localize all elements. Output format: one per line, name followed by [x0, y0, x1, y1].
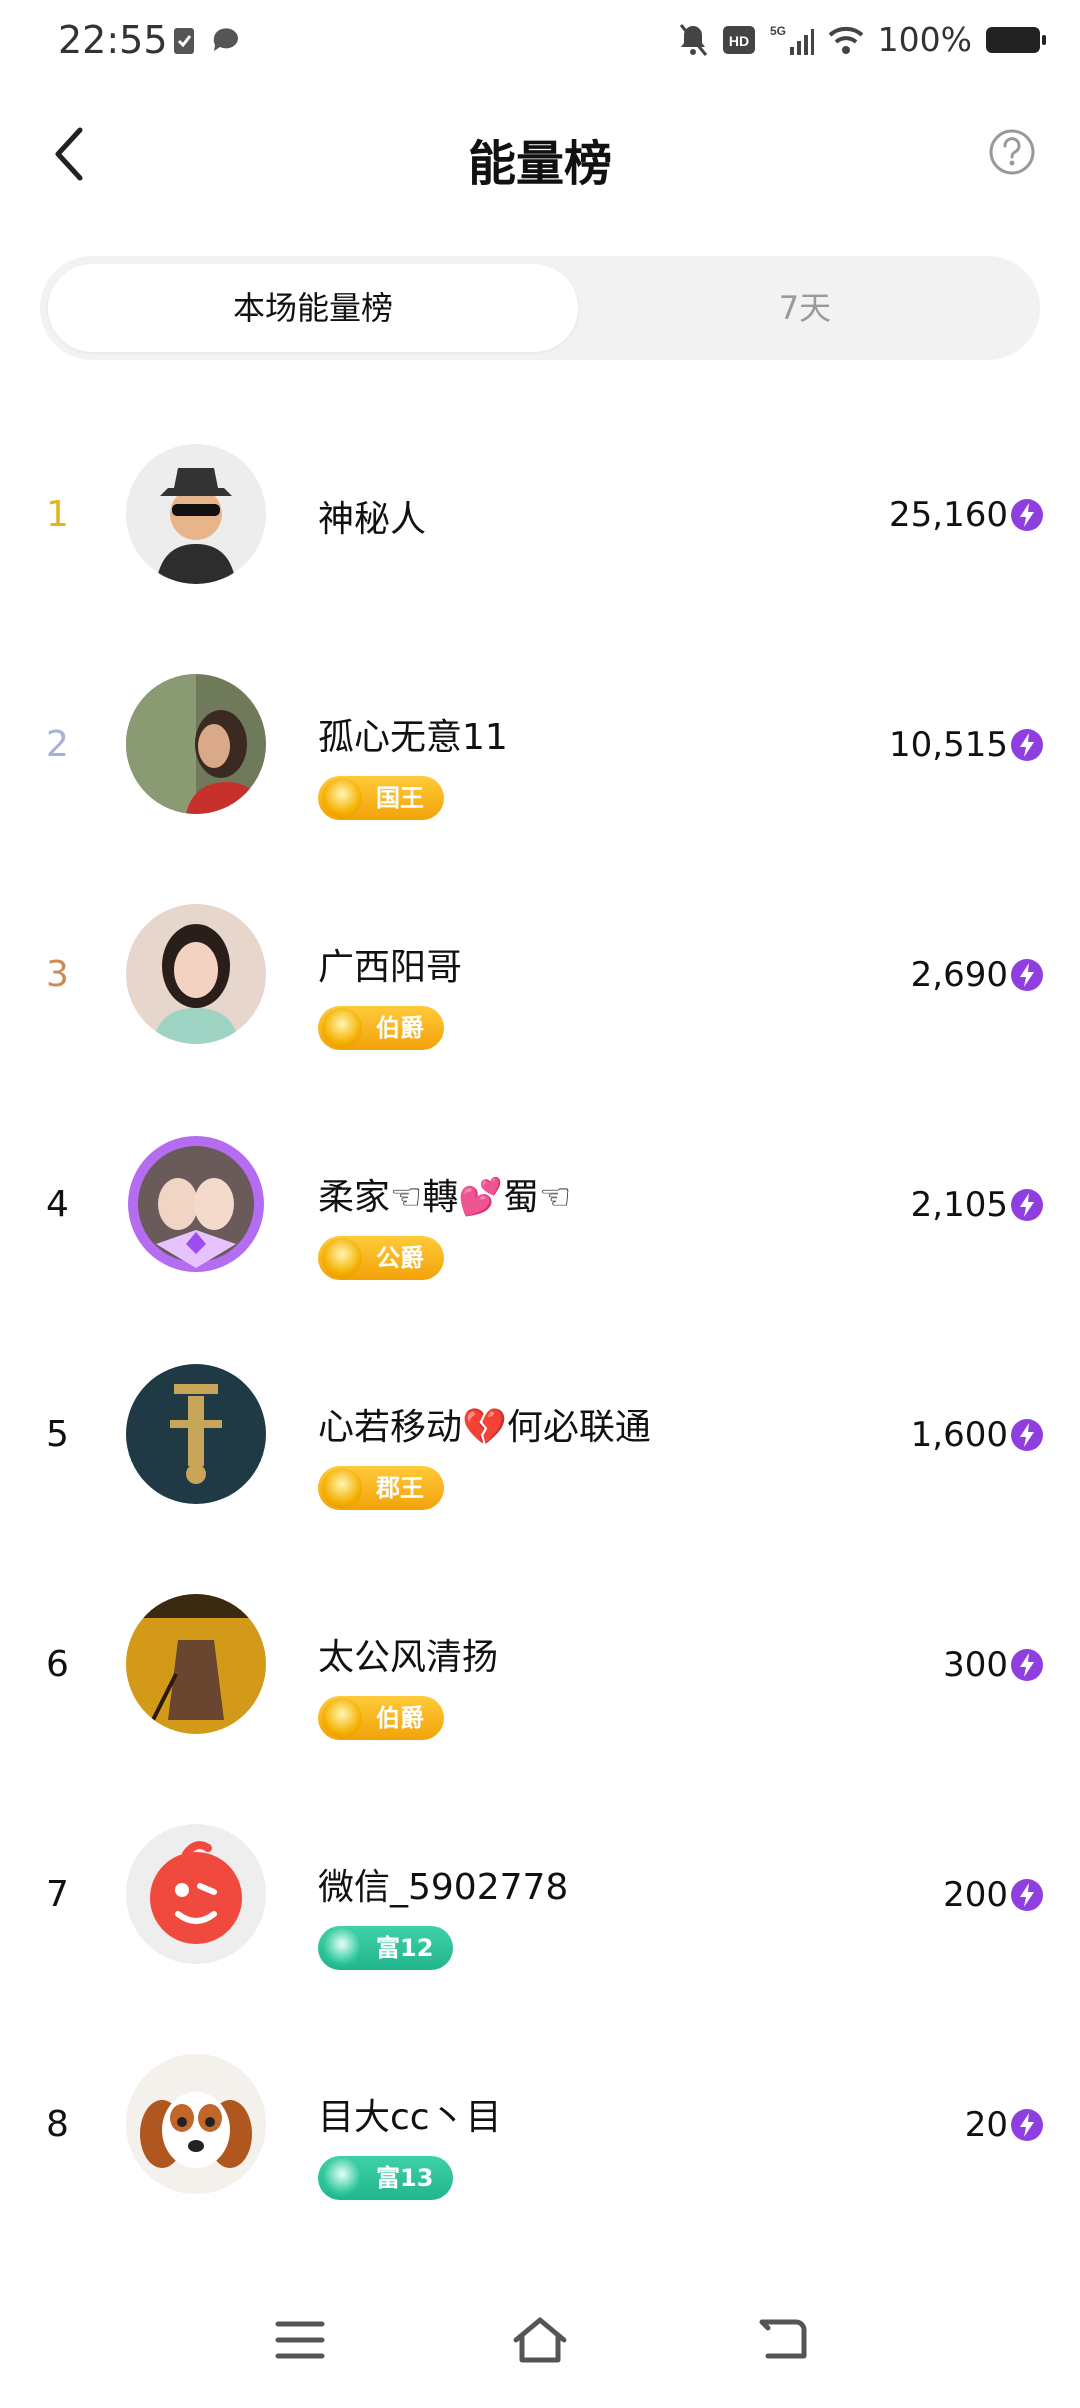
clipboard-icon: [174, 28, 194, 54]
ranking-row[interactable]: 6 太公风清扬 伯爵 300: [0, 1580, 1080, 1810]
user-name: 太公风清扬: [318, 1637, 499, 1678]
svg-text:5G: 5G: [770, 24, 786, 38]
ranking-row[interactable]: 5 心若移动💔何必联通 郡王 1,600: [0, 1350, 1080, 1580]
level-badge: 国王: [318, 776, 444, 820]
energy-lightning-icon: [1011, 1419, 1043, 1451]
help-icon[interactable]: [988, 128, 1036, 176]
avatar[interactable]: [126, 1134, 266, 1274]
energy-lightning-icon: [1011, 499, 1043, 531]
energy-score: 300: [943, 1645, 1008, 1685]
rank-number: 1: [46, 494, 69, 535]
level-badge: 郡王: [318, 1466, 444, 1510]
user-name: 微信_5902778: [318, 1867, 569, 1908]
ranking-row[interactable]: 7 微信_5902778 富12 200: [0, 1810, 1080, 2040]
back-nav-icon[interactable]: [752, 2310, 812, 2370]
energy-lightning-icon: [1011, 1879, 1043, 1911]
crown-coin-icon: [322, 778, 362, 818]
energy-score: 200: [943, 1875, 1008, 1915]
menu-icon[interactable]: [270, 2310, 330, 2370]
energy-score: 2,105: [910, 1185, 1008, 1225]
rank-number: 7: [46, 1874, 69, 1915]
crown-coin-icon: [322, 1468, 362, 1508]
ranking-list: 1 神秘人 25,160 2 孤心无意11 国王 10,515 3 广西阳哥 伯…: [0, 430, 1080, 2270]
energy-lightning-icon: [1011, 959, 1043, 991]
user-name: 心若移动💔何必联通: [318, 1407, 651, 1448]
user-name: 柔家☜轉💕蜀☜: [318, 1177, 572, 1218]
hd-icon: HD: [722, 25, 755, 54]
tab-7-days[interactable]: 7天: [578, 264, 1032, 352]
crown-coin-icon: [322, 1008, 362, 1048]
energy-score: 2,690: [910, 955, 1008, 995]
crown-coin-icon: [322, 1238, 362, 1278]
user-name: 目大cc丶目: [318, 2097, 502, 2138]
battery-icon: [986, 26, 1046, 53]
energy-lightning-icon: [1011, 1649, 1043, 1681]
ranking-row[interactable]: 4 柔家☜轉💕蜀☜ 公爵 2,105: [0, 1120, 1080, 1350]
energy-score: 10,515: [889, 725, 1008, 765]
rank-number: 2: [46, 724, 69, 765]
avatar[interactable]: [126, 674, 266, 814]
wifi-icon: [828, 26, 863, 54]
wealth-badge: 富13: [318, 2156, 454, 2200]
user-name: 孤心无意11: [318, 717, 508, 758]
wealth-triangle-icon: [322, 1928, 362, 1968]
ranking-row[interactable]: 3 广西阳哥 伯爵 2,690: [0, 890, 1080, 1120]
wealth-badge: 富12: [318, 1926, 454, 1970]
header: 能量榜: [0, 100, 1080, 210]
status-bar: 22:55 HD 5G 100%: [0, 0, 1080, 84]
rank-number: 4: [46, 1184, 69, 1225]
chat-bubble-icon: [213, 28, 238, 51]
ranking-row[interactable]: 1 神秘人 25,160: [0, 430, 1080, 660]
page-title: 能量榜: [467, 136, 612, 192]
tab-current-session[interactable]: 本场能量榜: [48, 264, 578, 352]
energy-score: 1,600: [910, 1415, 1008, 1455]
ranking-row[interactable]: 2 孤心无意11 国王 10,515: [0, 660, 1080, 890]
rank-number: 5: [46, 1414, 69, 1455]
energy-lightning-icon: [1011, 729, 1043, 761]
avatar[interactable]: [126, 1364, 266, 1504]
mute-bell-icon: [679, 23, 707, 56]
level-badge: 伯爵: [318, 1696, 444, 1740]
avatar[interactable]: [126, 444, 266, 584]
system-nav-bar: [0, 2290, 1080, 2390]
crown-coin-icon: [322, 1698, 362, 1738]
level-badge: 公爵: [318, 1236, 444, 1280]
level-badge: 伯爵: [318, 1006, 444, 1050]
wealth-triangle-icon: [322, 2158, 362, 2198]
status-time: 22:55: [58, 18, 168, 62]
user-name: 广西阳哥: [318, 947, 463, 988]
home-icon[interactable]: [510, 2310, 570, 2370]
signal-5g-icon: 5G: [770, 24, 814, 55]
user-name: 神秘人: [318, 499, 427, 540]
avatar[interactable]: [126, 1824, 266, 1964]
rank-number: 6: [46, 1644, 69, 1685]
tab-bar: 本场能量榜 7天: [40, 256, 1040, 360]
rank-number: 8: [46, 2104, 69, 2145]
avatar[interactable]: [126, 2054, 266, 2194]
ranking-row[interactable]: 8 目大cc丶目 富13 20: [0, 2040, 1080, 2270]
energy-lightning-icon: [1011, 2109, 1043, 2141]
energy-score: 25,160: [889, 495, 1008, 535]
battery-percent: 100%: [877, 20, 972, 59]
rank-number: 3: [46, 954, 69, 995]
avatar[interactable]: [126, 904, 266, 1044]
energy-score: 20: [964, 2105, 1008, 2145]
svg-text:HD: HD: [729, 33, 749, 49]
avatar[interactable]: [126, 1594, 266, 1734]
energy-lightning-icon: [1011, 1189, 1043, 1221]
